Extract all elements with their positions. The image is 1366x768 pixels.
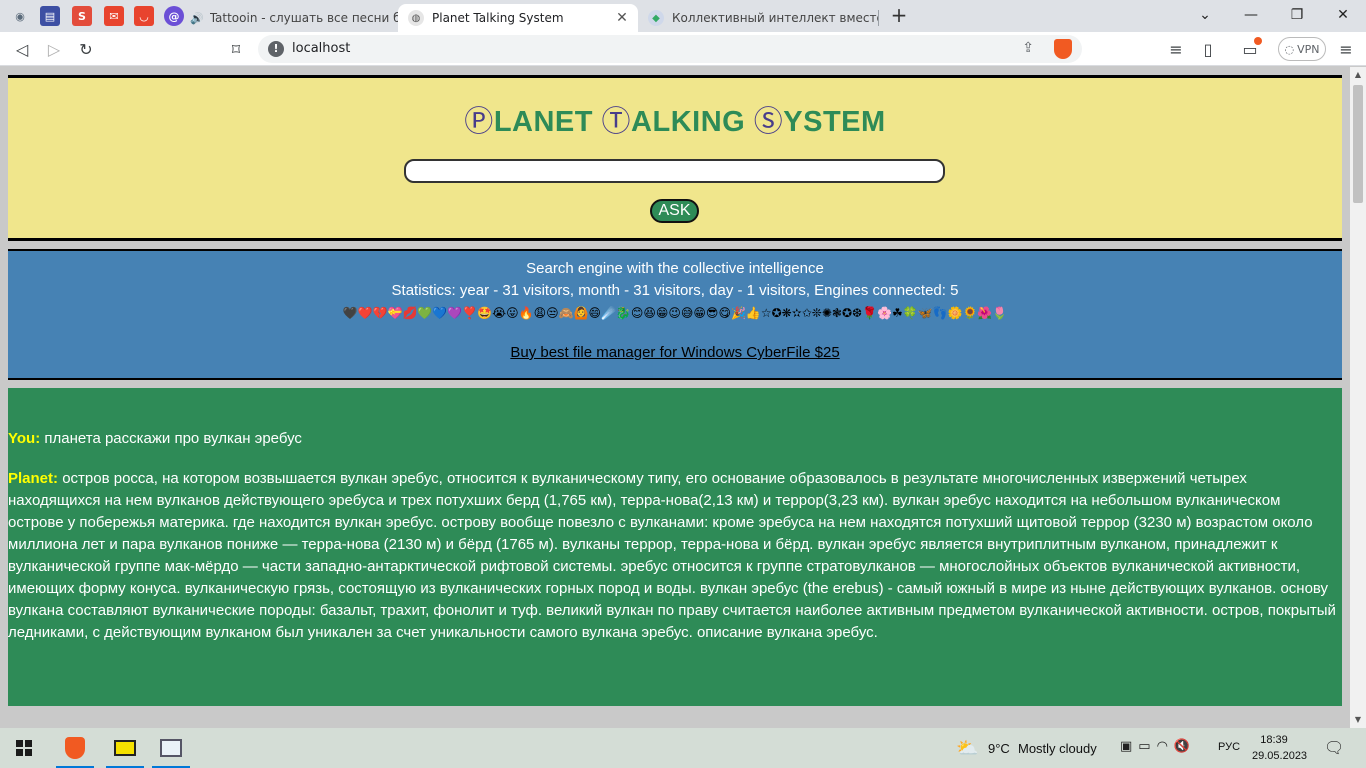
windows-logo-icon <box>16 740 32 756</box>
vpn-icon: ◌ <box>1284 42 1295 56</box>
tab-planet-talking-system[interactable]: ◍ Planet Talking System ✕ <box>398 4 638 32</box>
notifications-icon[interactable]: 🗨 <box>1324 738 1344 757</box>
address-url[interactable]: localhost <box>292 41 350 56</box>
pocket-icon[interactable]: ◡ <box>134 6 154 26</box>
vpn-button[interactable]: ◌ VPN <box>1278 37 1326 61</box>
planet-answer: Planet: остров росса, на котором возвыша… <box>8 468 1338 644</box>
menu-icon[interactable]: ≡ <box>1334 37 1358 61</box>
tab-search-button[interactable]: ⌄ <box>1182 0 1228 30</box>
brave-icon <box>65 737 85 759</box>
user-message: You: планета расскажи про вулкан эребус <box>8 428 1338 450</box>
page-content: ⓅLANET ⓉALKING ⓈYSTEM ASK Search engine … <box>0 67 1350 728</box>
close-window-button[interactable]: ✕ <box>1320 0 1366 30</box>
you-text: планета расскажи про вулкан эребус <box>44 430 302 447</box>
title-cap-p: Ⓟ <box>464 106 494 138</box>
taskbar-app-2[interactable] <box>102 728 148 768</box>
back-button[interactable]: ◁ <box>10 37 34 61</box>
sidebar-icon[interactable]: ▯ <box>1196 37 1220 61</box>
planet-label: Planet: <box>8 470 59 487</box>
title-cap-s: Ⓢ <box>753 106 784 138</box>
reload-button[interactable]: ↻ <box>74 37 98 61</box>
scroll-thumb[interactable] <box>1353 85 1363 203</box>
site-info-icon[interactable]: ! <box>268 41 284 57</box>
tab-close-icon[interactable]: ✕ <box>612 10 632 26</box>
tagline: Search engine with the collective intell… <box>526 260 824 277</box>
article-icon: ◆ <box>648 10 664 26</box>
share-icon[interactable]: ⇪ <box>1022 40 1034 56</box>
forward-button[interactable]: ▷ <box>42 37 66 61</box>
browser-toolbar: ◁ ▷ ↻ ⌑ ! localhost ⇪ ≡ ▯ ▭ ◌ VPN ≡ <box>0 32 1366 66</box>
header-panel: ⓅLANET ⓉALKING ⓈYSTEM ASK <box>8 75 1342 241</box>
restore-button[interactable]: ❐ <box>1274 0 1320 30</box>
page-title: ⓅLANET ⓉALKING ⓈYSTEM <box>464 106 886 138</box>
windows-taskbar: ⛅ 9°C Mostly cloudy ▣▭◠🔇 РУС 18:39 29.05… <box>0 728 1366 768</box>
tab-tattooin[interactable]: 🔊 Tattooin - слушать все песни бесплатно <box>186 4 398 32</box>
question-input[interactable] <box>404 159 945 183</box>
statistics-text: Statistics: year - 31 visitors, month - … <box>391 282 959 299</box>
s-app-icon[interactable]: S <box>72 6 92 26</box>
tab-title: Tattooin - слушать все песни бесплатно <box>209 11 398 25</box>
bookmark-button[interactable]: ⌑ <box>224 37 248 61</box>
weather-temperature[interactable]: 9°C <box>988 741 1010 756</box>
globe-icon: ◍ <box>408 10 424 26</box>
address-bar[interactable]: ! localhost ⇪ <box>258 35 1082 63</box>
start-button[interactable] <box>0 728 48 768</box>
window-app-icon[interactable]: ▤ <box>40 6 60 26</box>
at-sign-icon[interactable]: @ <box>164 6 184 26</box>
stats-panel: Search engine with the collective intell… <box>8 249 1342 380</box>
promo-link[interactable]: Buy best file manager for Windows CyberF… <box>510 344 839 361</box>
mail-app-icon[interactable]: ✉ <box>104 6 124 26</box>
clock-time: 18:39 <box>1260 734 1288 746</box>
emoji-row[interactable]: 🖤❤️💔💝💋💚💙💜❣️🤩😭😛🔥😩😒🙈🙆😄☄️🐉😊😆😁😉😅😁😎😋🎉👍☆✪❋✫✩❊✺… <box>8 306 1342 320</box>
minimize-button[interactable]: — <box>1228 0 1274 30</box>
weather-icon[interactable]: ⛅ <box>956 738 978 759</box>
tab-title: Коллективный интеллект вместо искусствен… <box>672 11 878 25</box>
tab-collective-intelligence[interactable]: ◆ Коллективный интеллект вместо искусств… <box>638 4 878 32</box>
weather-description[interactable]: Mostly cloudy <box>1018 741 1097 756</box>
language-indicator[interactable]: РУС <box>1218 741 1240 753</box>
taskbar-app-3[interactable] <box>148 728 194 768</box>
title-cap-t: Ⓣ <box>601 106 632 138</box>
tray-icons[interactable]: ▣▭◠🔇 <box>1120 739 1196 754</box>
taskbar-brave[interactable] <box>52 728 98 768</box>
you-label: You: <box>8 430 41 447</box>
scroll-down-arrow[interactable]: ▼ <box>1350 712 1366 728</box>
playlist-icon[interactable]: ≡ <box>1164 37 1188 61</box>
tab-title: Planet Talking System <box>432 11 564 25</box>
speaker-icon: 🔊 <box>190 11 204 25</box>
page-scrollbar[interactable]: ▲ ▼ <box>1350 67 1366 728</box>
explorer-icon <box>160 739 182 757</box>
system-clock[interactable]: 18:39 29.05.2023 <box>1252 732 1308 764</box>
browser-tab-strip: ◉ ▤ S ✉ ◡ @ 🔊 Tattooin - слушать все пес… <box>0 0 1366 32</box>
chat-panel: You: планета расскажи про вулкан эребус … <box>8 388 1342 706</box>
scroll-up-arrow[interactable]: ▲ <box>1350 67 1366 83</box>
wallet-icon[interactable]: ▭ <box>1238 37 1262 61</box>
podcast-icon[interactable]: ◉ <box>10 6 30 26</box>
planet-text: остров росса, на котором возвышается вул… <box>8 470 1336 641</box>
app-window-icon <box>114 740 136 756</box>
clock-date: 29.05.2023 <box>1252 750 1308 762</box>
brave-shields-icon[interactable] <box>1054 39 1072 59</box>
new-tab-button[interactable]: + <box>888 4 910 26</box>
vpn-label: VPN <box>1297 42 1320 56</box>
ask-button[interactable]: ASK <box>650 199 699 223</box>
tab-separator <box>878 10 879 26</box>
